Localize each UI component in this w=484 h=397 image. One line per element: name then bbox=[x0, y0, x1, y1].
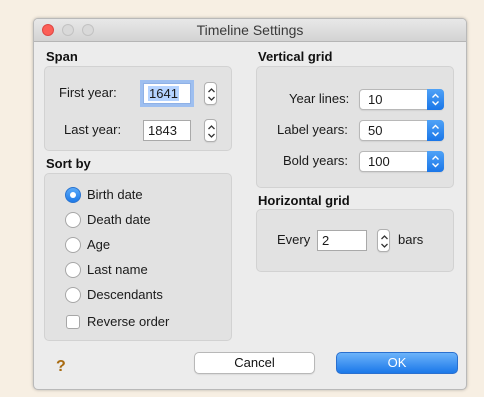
help-icon[interactable]: ? bbox=[56, 358, 66, 376]
first-year-field[interactable]: 1641 bbox=[143, 83, 191, 104]
sort-option-label: Death date bbox=[87, 212, 151, 227]
span-group: First year: 1641 Last year: 1843 bbox=[44, 66, 232, 151]
first-year-value: 1641 bbox=[148, 86, 179, 101]
last-year-value: 1843 bbox=[148, 123, 177, 138]
radio-icon[interactable] bbox=[65, 262, 81, 278]
stepper-arrows-icon bbox=[208, 88, 215, 101]
popup-arrows-icon bbox=[427, 89, 444, 110]
label-years-popup[interactable]: 50 bbox=[359, 120, 444, 141]
vertical-grid-group: Year lines: 10 Label years: 50 Bold year… bbox=[256, 66, 454, 188]
year-lines-value: 10 bbox=[368, 92, 383, 107]
title-bar[interactable]: Timeline Settings bbox=[34, 19, 466, 42]
popup-arrows-icon bbox=[427, 151, 444, 172]
radio-icon[interactable] bbox=[65, 212, 81, 228]
last-year-label: Last year: bbox=[64, 122, 122, 137]
sort-by-group: Birth date Death date Age Last name Desc… bbox=[44, 173, 232, 341]
every-value: 2 bbox=[322, 233, 330, 248]
horizontal-grid-group: Every 2 bars bbox=[256, 209, 454, 272]
sort-option-label: Last name bbox=[87, 262, 148, 277]
popup-arrows-icon bbox=[427, 120, 444, 141]
year-lines-label: Year lines: bbox=[289, 91, 350, 106]
label-years-label: Label years: bbox=[277, 122, 348, 137]
radio-icon[interactable] bbox=[65, 237, 81, 253]
bold-years-popup[interactable]: 100 bbox=[359, 151, 444, 172]
window-title: Timeline Settings bbox=[196, 22, 304, 38]
sort-option-label: Birth date bbox=[87, 187, 143, 202]
span-heading: Span bbox=[46, 49, 78, 64]
cancel-button[interactable]: Cancel bbox=[194, 352, 315, 374]
last-year-stepper[interactable] bbox=[204, 119, 217, 142]
bars-label: bars bbox=[398, 232, 424, 247]
last-year-field[interactable]: 1843 bbox=[143, 120, 191, 141]
year-lines-popup[interactable]: 10 bbox=[359, 89, 444, 110]
first-year-label: First year: bbox=[59, 85, 117, 100]
every-stepper[interactable] bbox=[377, 229, 390, 252]
horizontal-grid-heading: Horizontal grid bbox=[258, 193, 350, 208]
bold-years-value: 100 bbox=[368, 154, 390, 169]
vertical-grid-heading: Vertical grid bbox=[258, 49, 333, 64]
radio-selected-icon[interactable] bbox=[65, 187, 81, 203]
label-years-value: 50 bbox=[368, 123, 383, 138]
reverse-order-label[interactable]: Reverse order bbox=[87, 314, 169, 329]
bold-years-label: Bold years: bbox=[283, 153, 349, 168]
first-year-stepper[interactable] bbox=[204, 82, 217, 105]
sort-option-label: Age bbox=[87, 237, 111, 252]
ok-button[interactable]: OK bbox=[336, 352, 458, 374]
radio-icon[interactable] bbox=[65, 287, 81, 303]
reverse-order-checkbox[interactable] bbox=[66, 315, 80, 329]
stepper-arrows-icon bbox=[381, 235, 388, 248]
sort-option-label: Descendants bbox=[87, 287, 163, 302]
sort-by-heading: Sort by bbox=[46, 156, 91, 171]
stepper-arrows-icon bbox=[208, 125, 215, 138]
timeline-settings-window: Timeline Settings Span First year: 1641 … bbox=[33, 18, 467, 390]
every-field[interactable]: 2 bbox=[317, 230, 367, 251]
every-label: Every bbox=[277, 232, 311, 247]
